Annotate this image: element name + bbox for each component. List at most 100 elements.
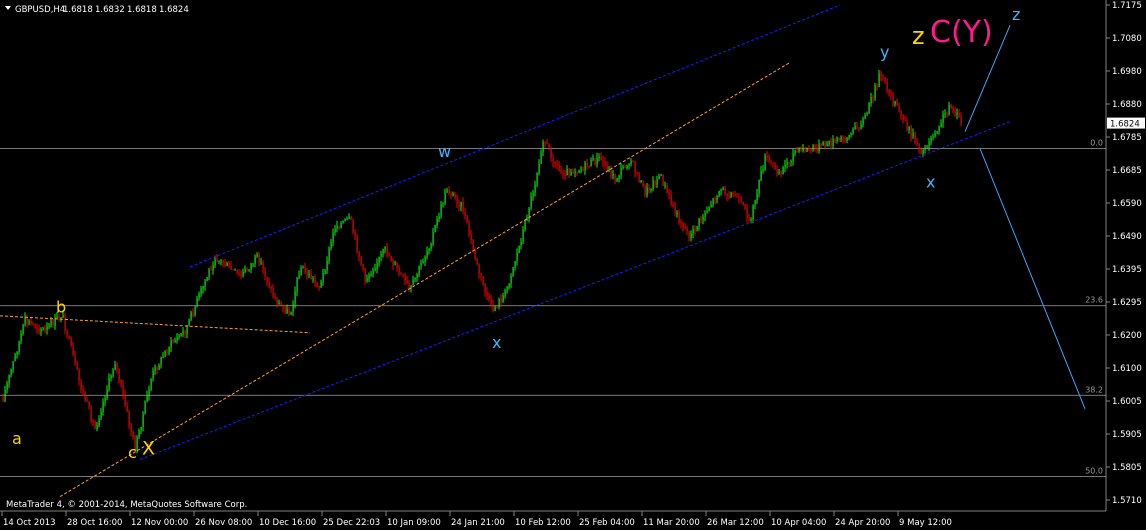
candle-body [146, 395, 148, 403]
time-tick-label: 24 Apr 20:00 [835, 518, 890, 528]
candle-body [284, 307, 286, 314]
time-tick-label: 10 Jan 09:00 [387, 518, 441, 528]
candle-body [654, 180, 656, 185]
candle-body [702, 216, 704, 220]
candle-body [364, 268, 366, 282]
candle-body [688, 230, 690, 238]
candle-body [674, 206, 676, 215]
candle-body [282, 305, 284, 308]
candle-body [698, 218, 700, 227]
candle-body [798, 147, 800, 152]
candle-body [278, 302, 280, 305]
candle-body [334, 228, 336, 233]
candle-body [660, 174, 662, 177]
candle-body [624, 167, 626, 169]
candle-body [830, 140, 832, 147]
candle-body [38, 328, 40, 332]
candle-body [714, 198, 716, 200]
candle-body [344, 218, 346, 222]
candle-body [542, 142, 544, 153]
candle-body [316, 282, 318, 287]
candle-body [482, 276, 484, 284]
candle-body [900, 111, 902, 115]
candle-body [558, 164, 560, 171]
candle-body [488, 295, 490, 299]
candle-body [796, 150, 798, 152]
candle-body [954, 111, 956, 115]
candle-body [2, 398, 4, 402]
candle-body [708, 207, 710, 212]
candle-body [396, 263, 398, 268]
candle-body [298, 275, 300, 279]
candle-body [170, 340, 172, 348]
price-chart-canvas[interactable]: 0.023.638.250.0 abc Xwxyxz C(Y)z 1.71751.7… [0, 0, 1146, 530]
candle-body [274, 296, 276, 300]
candle-body [522, 229, 524, 243]
candle-body [740, 198, 742, 203]
candle-body [152, 370, 154, 380]
time-tick-label: 28 Oct 16:00 [67, 518, 122, 528]
plot-area[interactable] [0, 0, 1106, 511]
time-tick-label: 10 Feb 12:00 [515, 518, 571, 528]
candle-body [634, 161, 636, 173]
candle-body [920, 149, 922, 154]
candle-body [224, 263, 226, 267]
candle-body [124, 394, 126, 406]
candle-body [474, 249, 476, 260]
candle-body [200, 288, 202, 294]
wave-label: X [142, 437, 155, 459]
candle-body [318, 286, 320, 288]
candle-body [450, 193, 452, 196]
current-price-marker: 1.6824 [1107, 117, 1145, 130]
candle-body [764, 155, 766, 170]
fib-level-label: 0.0 [1090, 139, 1103, 148]
candle-body [880, 73, 882, 77]
candle-body [644, 186, 646, 195]
candle-body [302, 267, 304, 269]
candle-body [158, 365, 160, 370]
candle-body [526, 217, 528, 221]
price-tick-label: 1.7080 [1112, 34, 1142, 44]
candle-body [32, 323, 34, 325]
candle-body [778, 171, 780, 174]
candle-body [834, 139, 836, 142]
fib-level-label: 38.2 [1085, 385, 1103, 394]
candle-body [932, 136, 934, 138]
candle-body [110, 375, 112, 378]
candle-body [66, 329, 68, 337]
candle-body [648, 187, 650, 190]
candle-body [332, 232, 334, 243]
symbol-label: GBPUSD,H4 [15, 5, 65, 15]
candle-body [74, 355, 76, 363]
candle-body [184, 331, 186, 335]
candle-body [382, 249, 384, 254]
candle-body [216, 259, 218, 262]
candle-body [104, 398, 106, 402]
candle-body [518, 245, 520, 253]
candle-body [444, 192, 446, 204]
candle-body [384, 246, 386, 250]
wave-label: a [12, 429, 22, 448]
candle-body [394, 263, 396, 266]
candle-body [294, 291, 296, 304]
candle-body [190, 312, 192, 320]
candle-body [176, 336, 178, 341]
candle-body [808, 148, 810, 150]
candle-body [792, 153, 794, 161]
candle-body [476, 259, 478, 264]
candle-body [50, 321, 52, 326]
candle-body [36, 327, 38, 329]
candle-body [882, 76, 884, 78]
candle-body [142, 413, 144, 427]
candle-body [902, 114, 904, 120]
candle-body [938, 127, 940, 132]
candle-body [58, 316, 60, 319]
candle-body [682, 223, 684, 228]
candle-body [566, 168, 568, 176]
candle-body [252, 263, 254, 265]
candle-body [436, 218, 438, 226]
candle-body [860, 124, 862, 129]
candle-body [308, 274, 310, 276]
candle-body [102, 401, 104, 413]
candle-body [248, 269, 250, 271]
